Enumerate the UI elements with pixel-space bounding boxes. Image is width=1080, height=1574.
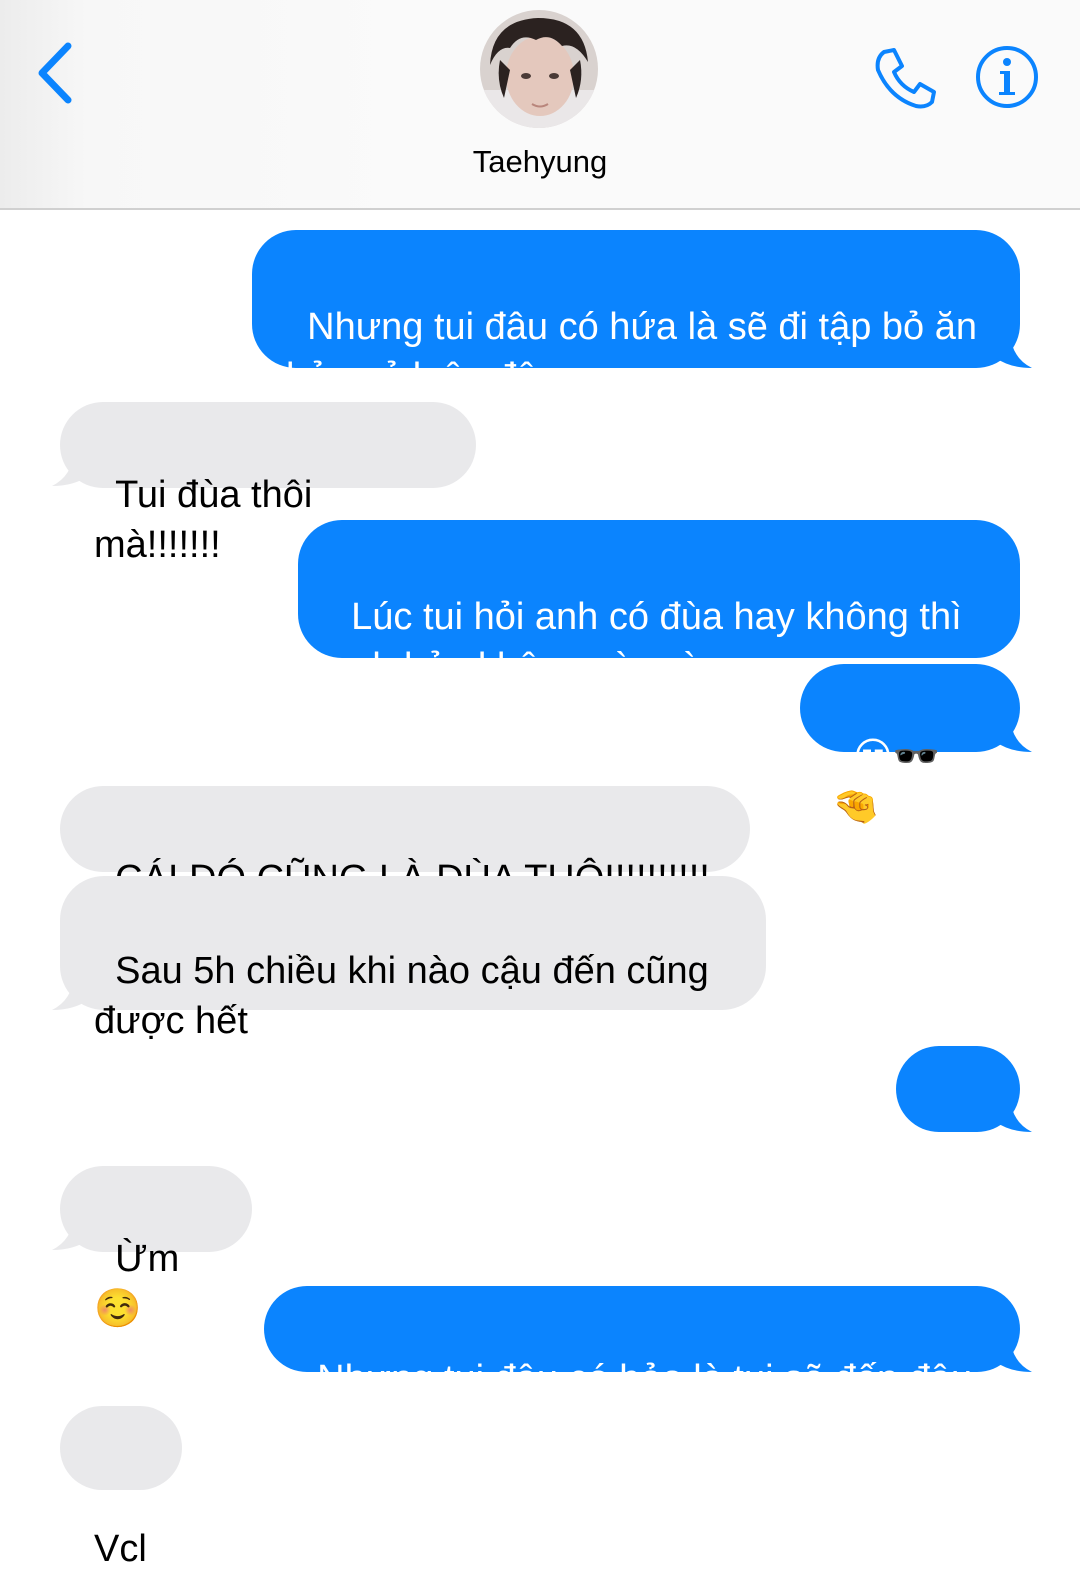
bubble-tail-received <box>52 976 88 1010</box>
bubble-tail-received <box>52 452 88 486</box>
bubble-tail-sent <box>996 334 1032 368</box>
message-bubble-received[interactable]: Ừm ☺️ <box>60 1166 252 1330</box>
message-bubble-sent[interactable]: 😏🕶️🤏 <box>800 664 1020 828</box>
message-text: Ừm ☺️ <box>94 1238 190 1330</box>
contact-name[interactable]: Taehyung <box>390 144 690 180</box>
message-text: 😏🕶️🤏 <box>832 736 941 828</box>
message-bubble-received[interactable]: Sau 5h chiều khi nào cậu đến cũng được h… <box>60 876 766 1042</box>
message-text: Nhưng tui đâu có hứa là sẽ đi tập bỏ ăn … <box>286 306 978 398</box>
info-button[interactable] <box>974 44 1040 110</box>
bubble-tail-sent <box>996 1338 1032 1372</box>
message-bubble-sent[interactable]: Nhưng tui đâu có hứa là sẽ đi tập bỏ ăn … <box>252 230 1020 398</box>
bubble-tail-sent <box>996 1098 1032 1132</box>
message-text: Tốt <box>928 1168 983 1210</box>
phone-icon <box>875 48 936 109</box>
message-bubble-sent[interactable]: Lúc tui hỏi anh có đùa hay không thì anh… <box>298 520 1020 688</box>
message-bubble-received[interactable]: CÁI ĐÓ CŨNG LÀ ĐÙA THÔI!!!!!!!!! <box>60 786 750 900</box>
message-bubble-received[interactable]: Tui đùa thôi mà!!!!!!! <box>60 402 476 566</box>
avatar-photo <box>480 10 598 128</box>
message-bubble-received[interactable]: Vcl <box>60 1406 182 1570</box>
conversation-header: Taehyung <box>0 0 1080 210</box>
message-text: Nhưng tui đâu có bảo là tui sẽ đến đâu <box>317 1358 973 1400</box>
bubble-tail-received <box>52 1216 88 1250</box>
bubble-tail-sent <box>996 718 1032 752</box>
contact-avatar[interactable] <box>480 10 598 128</box>
back-button[interactable] <box>30 40 80 106</box>
call-button[interactable] <box>870 44 940 110</box>
message-bubble-sent[interactable]: Nhưng tui đâu có bảo là tui sẽ đến đâu <box>264 1286 1020 1400</box>
info-icon <box>976 46 1038 108</box>
message-text: Vcl <box>94 1528 147 1570</box>
chevron-left-icon <box>38 42 72 104</box>
message-text: Tui đùa thôi mà!!!!!!! <box>94 474 323 566</box>
message-text: Sau 5h chiều khi nào cậu đến cũng được h… <box>94 950 709 1042</box>
